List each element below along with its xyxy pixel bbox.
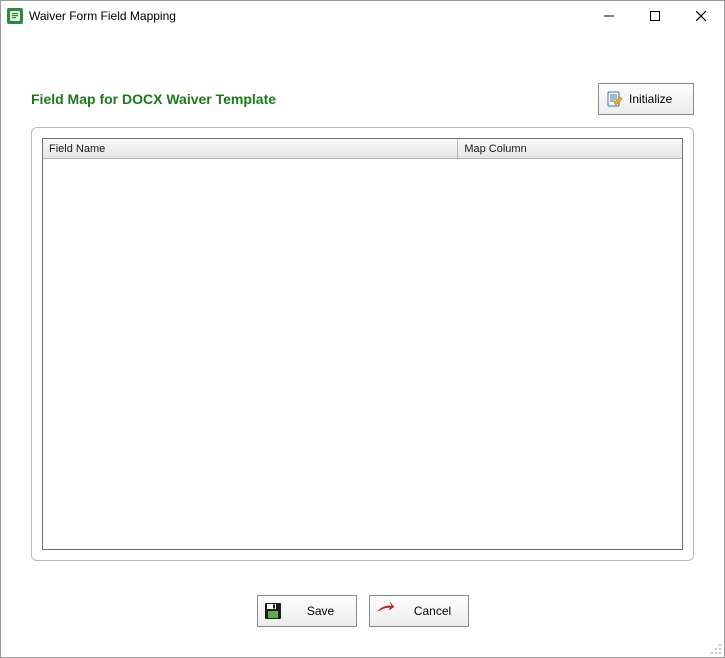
grid-panel: Field Name Map Column [31, 127, 694, 561]
window-frame: Waiver Form Field Mapping Field Map for … [0, 0, 725, 658]
maximize-button[interactable] [632, 1, 678, 31]
grid-body[interactable] [43, 159, 682, 549]
minimize-button[interactable] [586, 1, 632, 31]
grid-col-map-column[interactable]: Map Column [458, 139, 682, 158]
client-area: Field Map for DOCX Waiver Template Initi… [1, 31, 724, 657]
cancel-icon [376, 602, 394, 620]
grid-col-field-name-label: Field Name [49, 143, 105, 155]
save-icon [264, 602, 282, 620]
titlebar: Waiver Form Field Mapping [1, 1, 724, 31]
close-button[interactable] [678, 1, 724, 31]
field-map-grid[interactable]: Field Name Map Column [42, 138, 683, 550]
initialize-button[interactable]: Initialize [598, 83, 694, 115]
grid-col-map-column-label: Map Column [464, 143, 526, 155]
footer-buttons: Save Cancel [1, 595, 724, 627]
grid-header: Field Name Map Column [43, 139, 682, 159]
save-label: Save [292, 604, 350, 618]
cancel-button[interactable]: Cancel [369, 595, 469, 627]
save-button[interactable]: Save [257, 595, 357, 627]
heading-row: Field Map for DOCX Waiver Template Initi… [31, 83, 694, 115]
initialize-label: Initialize [629, 92, 672, 106]
page-heading: Field Map for DOCX Waiver Template [31, 91, 276, 107]
initialize-icon [607, 91, 623, 107]
window-title: Waiver Form Field Mapping [29, 9, 176, 23]
cancel-label: Cancel [404, 604, 462, 618]
grid-col-field-name[interactable]: Field Name [43, 139, 458, 158]
resize-grip[interactable] [708, 641, 722, 655]
app-icon [7, 8, 23, 24]
window-controls [586, 1, 724, 31]
